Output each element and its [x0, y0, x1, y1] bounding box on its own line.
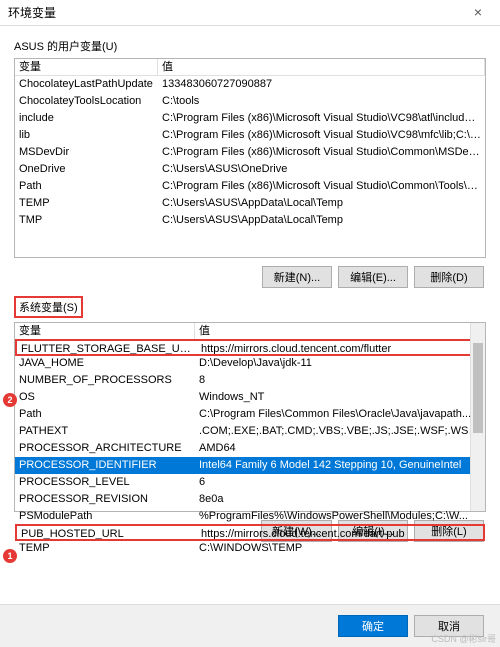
table-row[interactable]: PROCESSOR_ARCHITECTUREAMD64 [15, 440, 485, 457]
var-value: %ProgramFiles%\WindowsPowerShell\Modules… [195, 508, 485, 525]
table-row[interactable]: TEMPC:\WINDOWS\TEMP [15, 540, 485, 557]
header-variable: 变量 [15, 59, 158, 75]
var-name: include [15, 110, 158, 127]
new-user-button[interactable]: 新建(N)... [262, 266, 332, 288]
var-name: TMP [15, 212, 158, 229]
var-value: 133483060727090887 [158, 76, 485, 93]
table-row[interactable]: MSDevDirC:\Program Files (x86)\Microsoft… [15, 144, 485, 161]
table-row[interactable]: NUMBER_OF_PROCESSORS8 [15, 372, 485, 389]
var-value: .COM;.EXE;.BAT;.CMD;.VBS;.VBE;.JS;.JSE;.… [195, 423, 485, 440]
var-value: Windows_NT [195, 389, 485, 406]
var-name: JAVA_HOME [15, 355, 195, 372]
var-value: C:\tools [158, 93, 485, 110]
user-vars-table[interactable]: 变量 值 ChocolateyLastPathUpdate13348306072… [14, 58, 486, 258]
user-vars-label: ASUS 的用户变量(U) [14, 38, 117, 54]
var-name: MSDevDir [15, 144, 158, 161]
header-value: 值 [195, 323, 485, 339]
var-name: PATHEXT [15, 423, 195, 440]
table-row[interactable]: PATHEXT.COM;.EXE;.BAT;.CMD;.VBS;.VBE;.JS… [15, 423, 485, 440]
var-name: PSModulePath [15, 508, 195, 525]
content: ASUS 的用户变量(U) 变量 值 ChocolateyLastPathUpd… [0, 26, 500, 554]
var-name: PROCESSOR_REVISION [15, 491, 195, 508]
var-value: 6 [195, 474, 485, 491]
table-row[interactable]: TEMPC:\Users\ASUS\AppData\Local\Temp [15, 195, 485, 212]
var-name: Path [15, 178, 158, 195]
table-row[interactable]: PROCESSOR_REVISION8e0a [15, 491, 485, 508]
table-row[interactable]: PSModulePath%ProgramFiles%\WindowsPowerS… [15, 508, 485, 525]
var-value: C:\Users\ASUS\AppData\Local\Temp [158, 212, 485, 229]
var-name: PROCESSOR_LEVEL [15, 474, 195, 491]
var-name: ChocolateyLastPathUpdate [15, 76, 158, 93]
var-value: D:\Develop\Java\jdk-11 [195, 355, 485, 372]
table-row[interactable]: ChocolateyToolsLocationC:\tools [15, 93, 485, 110]
var-name: NUMBER_OF_PROCESSORS [15, 372, 195, 389]
var-value: C:\Program Files (x86)\Microsoft Visual … [158, 110, 485, 127]
var-value: 8e0a [195, 491, 485, 508]
table-row[interactable]: PathC:\Program Files (x86)\Microsoft Vis… [15, 178, 485, 195]
scrollbar[interactable] [470, 323, 485, 511]
var-name: PROCESSOR_ARCHITECTURE [15, 440, 195, 457]
var-value: https://mirrors.cloud.tencent.com/flutte… [197, 341, 483, 354]
table-row[interactable]: PROCESSOR_IDENTIFIERIntel64 Family 6 Mod… [15, 457, 485, 474]
var-value: AMD64 [195, 440, 485, 457]
titlebar: 环境变量 × [0, 0, 500, 26]
annotation-marker-1: 1 [3, 549, 17, 563]
var-value: C:\Program Files\Common Files\Oracle\Jav… [195, 406, 485, 423]
table-row[interactable]: includeC:\Program Files (x86)\Microsoft … [15, 110, 485, 127]
var-value: C:\Users\ASUS\AppData\Local\Temp [158, 195, 485, 212]
header-variable: 变量 [15, 323, 195, 339]
var-value: C:\Users\ASUS\OneDrive [158, 161, 485, 178]
var-value: C:\Program Files (x86)\Microsoft Visual … [158, 127, 485, 144]
user-buttons: 新建(N)... 编辑(E)... 删除(D) [14, 258, 486, 290]
delete-user-button[interactable]: 删除(D) [414, 266, 484, 288]
var-value: C:\Program Files (x86)\Microsoft Visual … [158, 178, 485, 195]
var-value: C:\Program Files (x86)\Microsoft Visual … [158, 144, 485, 161]
var-name: lib [15, 127, 158, 144]
var-name: PROCESSOR_IDENTIFIER [15, 457, 195, 474]
var-value: https://mirrors.cloud.tencent.com/dart-p… [197, 526, 483, 539]
var-value: Intel64 Family 6 Model 142 Stepping 10, … [195, 457, 485, 474]
window-title: 环境变量 [8, 4, 56, 21]
table-row[interactable]: libC:\Program Files (x86)\Microsoft Visu… [15, 127, 485, 144]
table-row[interactable]: PUB_HOSTED_URLhttps://mirrors.cloud.tenc… [15, 524, 485, 541]
table-row[interactable]: TMPC:\Users\ASUS\AppData\Local\Temp [15, 212, 485, 229]
table-row[interactable]: ChocolateyLastPathUpdate1334830607270908… [15, 76, 485, 93]
var-name: Path [15, 406, 195, 423]
table-row[interactable]: JAVA_HOMED:\Develop\Java\jdk-11 [15, 355, 485, 372]
table-row[interactable]: FLUTTER_STORAGE_BASE_URLhttps://mirrors.… [15, 339, 485, 356]
var-name: ChocolateyToolsLocation [15, 93, 158, 110]
edit-user-button[interactable]: 编辑(E)... [338, 266, 408, 288]
system-vars-label: 系统变量(S) [14, 296, 83, 318]
annotation-marker-2: 2 [3, 393, 17, 407]
system-vars-table[interactable]: 变量 值 FLUTTER_STORAGE_BASE_URLhttps://mir… [14, 322, 486, 512]
table-row[interactable]: OSWindows_NT [15, 389, 485, 406]
var-name: TEMP [15, 195, 158, 212]
var-name: FLUTTER_STORAGE_BASE_URL [17, 341, 197, 354]
var-name: OS [15, 389, 195, 406]
table-row[interactable]: PathC:\Program Files\Common Files\Oracle… [15, 406, 485, 423]
var-value: C:\WINDOWS\TEMP [195, 540, 485, 557]
table-header: 变量 值 [15, 323, 485, 340]
header-value: 值 [158, 59, 485, 75]
dialog-buttons: 确定 取消 [0, 604, 500, 647]
var-name: PUB_HOSTED_URL [17, 526, 197, 539]
var-name: OneDrive [15, 161, 158, 178]
watermark: CSDN @彬sir哥 [431, 632, 496, 645]
var-name: TEMP [15, 540, 195, 557]
var-value: 8 [195, 372, 485, 389]
close-icon[interactable]: × [464, 3, 492, 23]
table-row[interactable]: OneDriveC:\Users\ASUS\OneDrive [15, 161, 485, 178]
ok-button[interactable]: 确定 [338, 615, 408, 637]
table-row[interactable]: PROCESSOR_LEVEL6 [15, 474, 485, 491]
table-header: 变量 值 [15, 59, 485, 76]
